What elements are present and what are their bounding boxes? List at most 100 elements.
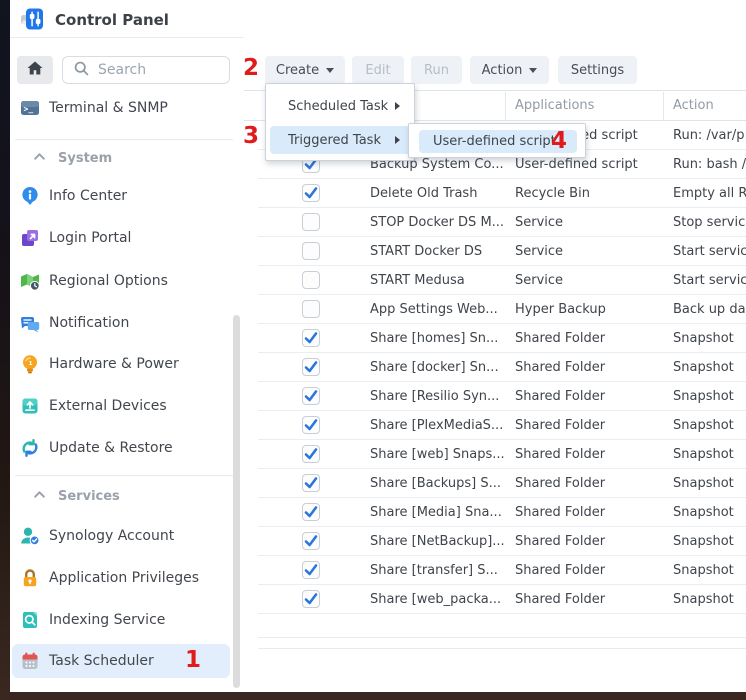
task-name-cell: STOP Docker DS M... bbox=[370, 215, 512, 230]
search-box[interactable] bbox=[62, 56, 230, 84]
sidebar-item-hardware-power[interactable]: 1Hardware & Power bbox=[20, 352, 232, 376]
chevron-up-icon bbox=[33, 150, 46, 167]
row-checkbox[interactable] bbox=[302, 416, 320, 434]
action-cell: Snapshot bbox=[673, 418, 746, 433]
table-row[interactable]: Share [Resilio Syn...Shared FolderSnapsh… bbox=[258, 382, 746, 411]
create-button[interactable]: Create bbox=[265, 56, 345, 84]
table-row[interactable]: Share [NetBackup]...Shared FolderSnapsho… bbox=[258, 527, 746, 556]
sidebar-item-terminal-snmp[interactable]: >_Terminal & SNMP bbox=[20, 96, 232, 120]
sidebar-section-services[interactable]: Services bbox=[33, 486, 233, 506]
column-divider bbox=[663, 92, 664, 120]
application-cell: Shared Folder bbox=[515, 534, 655, 549]
task-name-cell: START Medusa bbox=[370, 273, 512, 288]
task-name-cell: Share [homes] Sn... bbox=[370, 331, 512, 346]
svg-text:1: 1 bbox=[29, 361, 33, 367]
action-button[interactable]: Action bbox=[470, 56, 549, 84]
sidebar-item-synology-account[interactable]: Synology Account bbox=[20, 524, 232, 548]
row-checkbox[interactable] bbox=[302, 445, 320, 463]
action-cell: Snapshot bbox=[673, 592, 746, 607]
annotation-step-2: 2 bbox=[243, 56, 259, 80]
row-checkbox[interactable] bbox=[302, 561, 320, 579]
sidebar-item-notification[interactable]: Notification bbox=[20, 311, 232, 335]
table-row[interactable]: Share [transfer] S...Shared FolderSnapsh… bbox=[258, 556, 746, 585]
table-row[interactable]: App Settings Web...Hyper BackupBack up d… bbox=[258, 295, 746, 324]
task-name-cell: Share [web] Snaps... bbox=[370, 447, 512, 462]
action-cell: Snapshot bbox=[673, 476, 746, 491]
sidebar-item-update-restore[interactable]: Update & Restore bbox=[20, 436, 232, 460]
row-checkbox[interactable] bbox=[302, 242, 320, 260]
search-input[interactable] bbox=[98, 62, 213, 78]
menu-item-label: Triggered Task bbox=[288, 133, 381, 148]
row-checkbox[interactable] bbox=[302, 300, 320, 318]
chevron-down-icon bbox=[326, 68, 334, 73]
menu-item-triggered-task[interactable]: Triggered Task bbox=[270, 126, 412, 154]
sidebar-item-label: Indexing Service bbox=[49, 612, 165, 628]
row-checkbox[interactable] bbox=[302, 271, 320, 289]
run-button-label: Run bbox=[424, 63, 449, 78]
sidebar-item-label: External Devices bbox=[49, 398, 167, 414]
table-row[interactable]: Share [web] Snaps...Shared FolderSnapsho… bbox=[258, 440, 746, 469]
sidebar-section-system[interactable]: System bbox=[33, 148, 233, 168]
external-devices-icon bbox=[20, 396, 40, 416]
action-cell: Snapshot bbox=[673, 563, 746, 578]
settings-button-label: Settings bbox=[571, 63, 624, 78]
sidebar-item-label: Login Portal bbox=[49, 230, 131, 246]
row-checkbox[interactable] bbox=[302, 590, 320, 608]
table-row[interactable]: START Docker DSServiceStart servic bbox=[258, 237, 746, 266]
application-cell: Shared Folder bbox=[515, 418, 655, 433]
sidebar-item-indexing-service[interactable]: Indexing Service bbox=[20, 608, 232, 632]
sidebar: >_Terminal & SNMP System Info Center Login … bbox=[10, 38, 244, 692]
row-checkbox[interactable] bbox=[302, 474, 320, 492]
task-name-cell: Share [web_packa... bbox=[370, 592, 512, 607]
table-row[interactable]: START MedusaServiceStart servic bbox=[258, 266, 746, 295]
action-cell: Snapshot bbox=[673, 505, 746, 520]
sidebar-item-regional-options[interactable]: Regional Options bbox=[20, 269, 232, 293]
edit-button-label: Edit bbox=[365, 63, 390, 78]
home-button[interactable] bbox=[17, 56, 53, 84]
sidebar-item-login-portal[interactable]: Login Portal bbox=[20, 226, 232, 250]
row-checkbox[interactable] bbox=[302, 532, 320, 550]
terminal-icon: >_ bbox=[20, 98, 40, 118]
table-row[interactable]: Share [Media] Sna...Shared FolderSnapsho… bbox=[258, 498, 746, 527]
row-checkbox[interactable] bbox=[302, 184, 320, 202]
action-cell: Snapshot bbox=[673, 331, 746, 346]
sidebar-item-info-center[interactable]: Info Center bbox=[20, 184, 232, 208]
application-cell: User-defined script bbox=[515, 157, 655, 172]
table-border bbox=[258, 648, 746, 649]
table-row[interactable]: STOP Docker DS M...ServiceStop servic bbox=[258, 208, 746, 237]
menu-item-label: Scheduled Task bbox=[288, 99, 388, 114]
indexing-service-icon bbox=[20, 610, 40, 630]
table-row[interactable]: Share [web_packa...Shared Folder Snapshot bbox=[258, 585, 746, 614]
table-row[interactable]: Share [PlexMediaS...Shared Folder Snapsho… bbox=[258, 411, 746, 440]
section-label: Services bbox=[58, 489, 120, 504]
row-checkbox[interactable] bbox=[302, 503, 320, 521]
task-name-cell: START Docker DS bbox=[370, 244, 512, 259]
task-name-cell: Share [PlexMediaS... bbox=[370, 418, 512, 433]
control-panel-icon bbox=[20, 7, 44, 31]
application-cell: Shared Folder bbox=[515, 563, 655, 578]
application-privileges-icon bbox=[20, 568, 40, 588]
application-cell: Shared Folder bbox=[515, 592, 655, 607]
menu-item-scheduled-task[interactable]: Scheduled Task bbox=[270, 92, 412, 120]
table-row[interactable]: Share [Backups] S...Shared FolderSnapsho… bbox=[258, 469, 746, 498]
settings-button[interactable]: Settings bbox=[558, 56, 637, 84]
column-header-action[interactable]: Action bbox=[673, 98, 714, 113]
table-row[interactable]: Delete Old TrashRecycle BinEmpty all R bbox=[258, 179, 746, 208]
sidebar-item-external-devices[interactable]: External Devices bbox=[20, 394, 232, 418]
regional-options-icon bbox=[20, 271, 40, 291]
login-portal-icon bbox=[20, 228, 40, 248]
row-checkbox[interactable] bbox=[302, 213, 320, 231]
create-button-label: Create bbox=[276, 63, 319, 78]
task-name-cell: Delete Old Trash bbox=[370, 186, 512, 201]
table-border bbox=[258, 637, 746, 638]
submenu-arrow-icon bbox=[395, 136, 400, 144]
row-checkbox[interactable] bbox=[302, 358, 320, 376]
table-row[interactable]: Share [homes] Sn...Shared FolderSnapshot bbox=[258, 324, 746, 353]
table-row[interactable]: Share [docker] Sn...Shared FolderSnapsho… bbox=[258, 353, 746, 382]
row-checkbox[interactable] bbox=[302, 387, 320, 405]
column-header-applications[interactable]: Applications bbox=[515, 98, 594, 113]
sidebar-item-application-privileges[interactable]: Application Privileges bbox=[20, 566, 232, 590]
sidebar-scrollbar-thumb[interactable] bbox=[233, 315, 240, 688]
home-icon bbox=[25, 58, 45, 82]
row-checkbox[interactable] bbox=[302, 329, 320, 347]
